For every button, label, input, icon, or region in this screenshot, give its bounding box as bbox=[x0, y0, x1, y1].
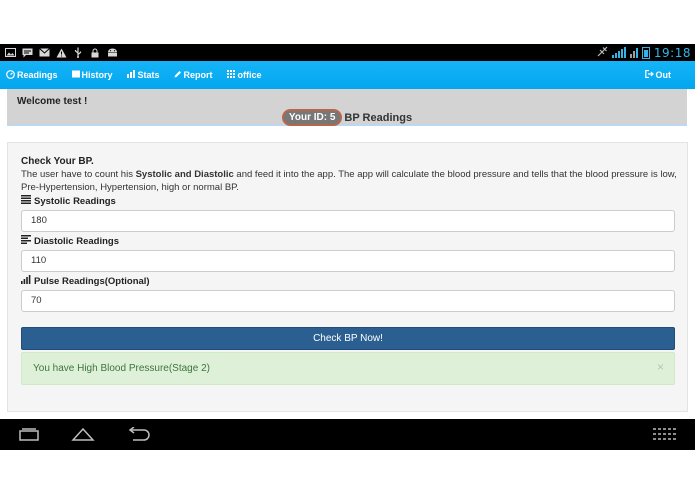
user-id-badge: Your ID: 5 bbox=[281, 109, 343, 126]
nav-item-label: Report bbox=[183, 70, 213, 80]
home-icon[interactable] bbox=[71, 427, 95, 446]
diastolic-label: Diastolic Readings bbox=[21, 235, 119, 247]
app-navbar: Readings History Stats Report office Out bbox=[0, 61, 695, 89]
nav-item-label: History bbox=[81, 70, 113, 80]
chat-icon bbox=[21, 48, 33, 58]
nav-item-office[interactable]: office bbox=[226, 70, 262, 80]
screen: 19:18 Readings History Stats Report offi… bbox=[0, 0, 695, 494]
nav-item-readings[interactable]: Readings bbox=[6, 69, 58, 81]
systolic-label-text: Systolic Readings bbox=[34, 195, 116, 207]
form-title: Check Your BP. bbox=[21, 156, 94, 167]
pencil-icon bbox=[174, 70, 182, 80]
wifi-strength-icon bbox=[629, 47, 638, 58]
android-nav-bar bbox=[0, 419, 695, 450]
page-title: Your ID: 5 BP Readings bbox=[7, 109, 687, 126]
diastolic-label-text: Diastolic Readings bbox=[34, 235, 119, 247]
result-message: You have High Blood Pressure(Stage 2) bbox=[33, 363, 210, 374]
back-icon[interactable] bbox=[125, 426, 151, 446]
form-description: The user have to count his Systolic and … bbox=[21, 168, 681, 194]
close-icon[interactable]: × bbox=[657, 353, 664, 382]
nav-item-label: Stats bbox=[137, 70, 160, 80]
bp-form-card: Check Your BP. The user have to count hi… bbox=[7, 142, 688, 412]
nav-item-report[interactable]: Report bbox=[174, 70, 213, 80]
system-indicators: 19:18 bbox=[597, 46, 691, 60]
align-justify-icon bbox=[21, 195, 31, 207]
systolic-input[interactable]: 180 bbox=[21, 210, 675, 232]
notification-icons bbox=[4, 47, 118, 58]
logout-label: Out bbox=[655, 70, 672, 80]
warning-icon bbox=[55, 48, 67, 58]
android-status-bar: 19:18 bbox=[0, 44, 695, 61]
nav-item-label: Readings bbox=[17, 70, 58, 80]
nav-item-stats[interactable]: Stats bbox=[126, 70, 160, 80]
gauge-icon bbox=[6, 69, 15, 81]
welcome-panel: Welcome test ! Your ID: 5 BP Readings bbox=[7, 89, 687, 126]
logout-icon bbox=[644, 69, 654, 80]
android-icon bbox=[106, 48, 118, 58]
welcome-message: Welcome test ! bbox=[17, 96, 88, 107]
nav-item-history[interactable]: History bbox=[71, 70, 113, 80]
result-alert: You have High Blood Pressure(Stage 2) × bbox=[21, 352, 675, 385]
align-left-icon bbox=[21, 235, 31, 247]
signal-strength-icon bbox=[611, 47, 626, 58]
pulse-label: Pulse Readings(Optional) bbox=[21, 275, 150, 287]
diastolic-input[interactable]: 110 bbox=[21, 250, 675, 272]
clock-time: 19:18 bbox=[653, 45, 691, 60]
film-icon bbox=[71, 70, 80, 80]
recent-apps-icon[interactable] bbox=[17, 427, 41, 446]
menu-icon[interactable] bbox=[653, 427, 677, 446]
airplane-mode-icon bbox=[597, 46, 608, 60]
usb-icon bbox=[72, 47, 84, 58]
systolic-label: Systolic Readings bbox=[21, 195, 116, 207]
lock-icon bbox=[89, 48, 101, 58]
stats-icon bbox=[126, 70, 136, 80]
description-text: The user have to count his bbox=[21, 169, 136, 180]
signal-bars-icon bbox=[21, 275, 31, 287]
image-icon bbox=[4, 48, 16, 58]
pulse-input[interactable]: 70 bbox=[21, 290, 675, 312]
grid-icon bbox=[226, 70, 236, 80]
description-emphasis: Systolic and Diastolic bbox=[135, 169, 234, 180]
pulse-label-text: Pulse Readings(Optional) bbox=[34, 275, 150, 287]
logout-button[interactable]: Out bbox=[644, 69, 672, 80]
check-bp-button[interactable]: Check BP Now! bbox=[21, 327, 675, 350]
battery-icon bbox=[641, 46, 650, 59]
page-heading: BP Readings bbox=[344, 111, 413, 124]
mail-icon bbox=[38, 48, 50, 58]
nav-item-label: office bbox=[237, 70, 262, 80]
